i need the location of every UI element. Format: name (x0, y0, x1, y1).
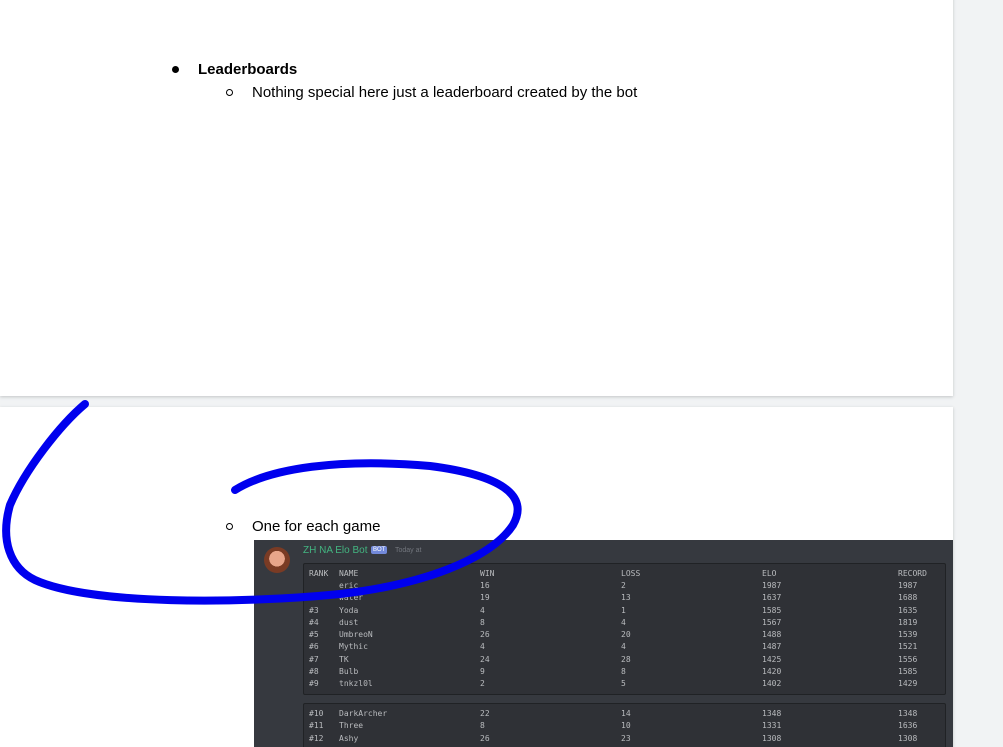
cell-loss: 4 (621, 617, 626, 627)
message-timestamp: Today at (395, 547, 422, 554)
leaderboard-codeblock-2: #10 DarkArcher 22 14 1348 1348 #11 Three 8 10 1331… (303, 703, 946, 747)
cell-win: 19 (480, 593, 490, 603)
cell-win: 22 (480, 709, 490, 718)
sub-item-text: One for each game (252, 518, 381, 535)
cell-win: 16 (480, 581, 490, 590)
cell-record: 1308 (898, 733, 918, 743)
cell-rank: #7 (309, 654, 319, 664)
hollow-bullet-icon (226, 89, 233, 96)
cell-rank: #9 (309, 679, 319, 688)
cell-loss: 23 (621, 733, 631, 743)
cell-name: water (339, 593, 364, 603)
cell-record: 1585 (898, 666, 918, 676)
bot-name: ZH NA Elo Bot (303, 545, 368, 556)
cell-elo: 1420 (762, 666, 782, 676)
cell-loss: LOSS (621, 569, 641, 578)
cell-elo: 1331 (762, 721, 782, 731)
cell-name: dust (339, 617, 359, 627)
cell-rank: #6 (309, 642, 319, 652)
cell-rank: #5 (309, 630, 319, 639)
cell-loss: 14 (621, 709, 631, 718)
cell-elo: 1637 (762, 593, 782, 603)
cell-loss: 10 (621, 721, 631, 731)
cell-name: eric (339, 581, 359, 590)
cell-name: Three (339, 721, 364, 731)
cell-elo: 1425 (762, 654, 782, 664)
cell-name: Bulb (339, 666, 359, 676)
cell-elo: 1308 (762, 733, 782, 743)
cell-rank: #12 (309, 733, 324, 743)
cell-win: 26 (480, 630, 490, 639)
cell-loss: 13 (621, 593, 631, 603)
cell-elo: 1402 (762, 679, 782, 688)
cell-record: 1636 (898, 721, 918, 731)
sub-item-description: Nothing special here just a leaderboard … (226, 84, 637, 101)
cell-win: 24 (480, 654, 490, 664)
cell-name: Ashy (339, 733, 359, 743)
cell-rank: #10 (309, 709, 324, 718)
cell-record: RECORD (898, 569, 927, 578)
cell-record: 1539 (898, 630, 918, 639)
cell-record: 1556 (898, 654, 918, 664)
bot-badge: BOT (371, 546, 388, 554)
cell-loss: 8 (621, 666, 626, 676)
cell-elo: 1488 (762, 630, 782, 639)
cell-win: 2 (480, 679, 485, 688)
cell-loss: 28 (621, 654, 631, 664)
cell-win: 8 (480, 617, 485, 627)
cell-win: 9 (480, 666, 485, 676)
cell-loss: 5 (621, 679, 626, 688)
cell-record: 1688 (898, 593, 918, 603)
cell-win: 26 (480, 733, 490, 743)
cell-win: WIN (480, 569, 495, 578)
sub-item-text: Nothing special here just a leaderboard … (252, 84, 638, 101)
cell-record: 1429 (898, 679, 918, 688)
cell-name: tnkzl0l (339, 679, 373, 688)
cell-loss: 1 (621, 605, 626, 615)
cell-name: Yoda (339, 605, 359, 615)
cell-name: DarkArcher (339, 709, 388, 718)
bullet-text: Leaderboards (198, 61, 298, 78)
cell-elo: 1585 (762, 605, 782, 615)
cell-elo: 1348 (762, 709, 782, 718)
cell-rank: #8 (309, 666, 319, 676)
cell-name: UmbreoN (339, 630, 373, 639)
cell-record: 1987 (898, 581, 918, 590)
cell-rank: #4 (309, 617, 319, 627)
cell-elo: 1487 (762, 642, 782, 652)
discord-screenshot: ZH NA Elo Bot BOT Today at RANK NAME WIN LO… (254, 540, 953, 747)
leaderboard-codeblock-1: RANK NAME WIN LOSS ELO RECORD eric 16 2 1987 1987 #… (303, 563, 946, 695)
bullet-dot-icon (172, 66, 179, 73)
sub-item-each-game: One for each game (226, 518, 380, 535)
cell-elo: 1987 (762, 581, 782, 590)
hollow-bullet-icon (226, 523, 233, 530)
cell-elo: 1567 (762, 617, 782, 627)
cell-record: 1635 (898, 605, 918, 615)
cell-record: 1348 (898, 709, 918, 718)
bot-avatar (264, 547, 290, 573)
cell-loss: 20 (621, 630, 631, 639)
cell-win: 8 (480, 721, 485, 731)
cell-win: 4 (480, 642, 485, 652)
cell-loss: 2 (621, 581, 626, 590)
cell-name: NAME (339, 569, 359, 578)
cell-record: 1819 (898, 617, 918, 627)
document-page-1 (0, 0, 953, 396)
cell-name: TK (339, 654, 349, 664)
cell-name: Mythic (339, 642, 368, 652)
cell-rank: #11 (309, 721, 324, 731)
bullet-item-leaderboards: Leaderboards (172, 61, 297, 78)
cell-loss: 4 (621, 642, 626, 652)
cell-rank: RANK (309, 569, 329, 578)
cell-record: 1521 (898, 642, 918, 652)
cell-elo: ELO (762, 569, 777, 578)
cell-win: 4 (480, 605, 485, 615)
cell-rank: #3 (309, 605, 319, 615)
cell-rank: #2 (309, 593, 319, 603)
